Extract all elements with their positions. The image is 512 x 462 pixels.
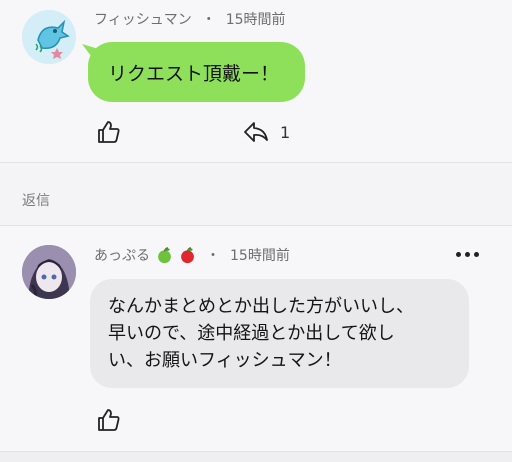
message-text: リクエスト頂戴ー！	[108, 62, 280, 85]
red-apple-icon	[181, 246, 194, 263]
reply-icon	[242, 122, 268, 142]
section-label: 返信	[22, 193, 50, 209]
username[interactable]: あっぷる	[94, 245, 150, 265]
avatar[interactable]	[22, 10, 76, 64]
meta-separator: ・	[201, 12, 216, 28]
username[interactable]: フィッシュマン	[94, 9, 192, 29]
like-button[interactable]	[96, 407, 122, 433]
message-bubble: リクエスト頂戴ー！	[88, 42, 305, 102]
timestamp: 15時間前	[230, 248, 290, 264]
thumbs-up-icon	[98, 121, 120, 143]
more-dots-icon	[456, 251, 461, 257]
reply-count: 1	[280, 122, 291, 142]
message-line: 早いので、途中経過とか出して欲し	[108, 323, 395, 344]
fish-avatar-icon	[22, 10, 76, 64]
comment-meta: フィッシュマン ・ 15時間前	[94, 9, 286, 29]
bubble-tail	[82, 44, 102, 60]
comment-meta: あっぷる ・ 15時間前	[94, 245, 290, 265]
message-line: なんかまとめとか出した方がいいし、	[108, 296, 414, 317]
like-button[interactable]	[96, 119, 122, 145]
thumbs-up-icon	[98, 409, 120, 431]
more-dots-icon	[474, 251, 479, 257]
more-options-button[interactable]	[456, 247, 486, 261]
more-dots-icon	[465, 251, 470, 257]
avatar[interactable]	[22, 245, 76, 299]
message-line: い、お願いフィッシュマン！	[108, 350, 342, 371]
bottom-divider	[0, 451, 512, 462]
anime-avatar-icon	[22, 245, 76, 299]
timestamp: 15時間前	[225, 12, 286, 28]
green-apple-icon	[158, 246, 171, 263]
message-bubble: なんかまとめとか出した方がいいし、 早いので、途中経過とか出して欲し い、お願い…	[90, 279, 469, 388]
reply-button[interactable]: 1	[242, 119, 290, 145]
replies-section-header	[0, 162, 512, 226]
comment-thread: フィッシュマン ・ 15時間前 リクエスト頂戴ー！ 1 返信 あっぷる ・ 15…	[0, 0, 512, 462]
meta-separator: ・	[206, 248, 220, 264]
